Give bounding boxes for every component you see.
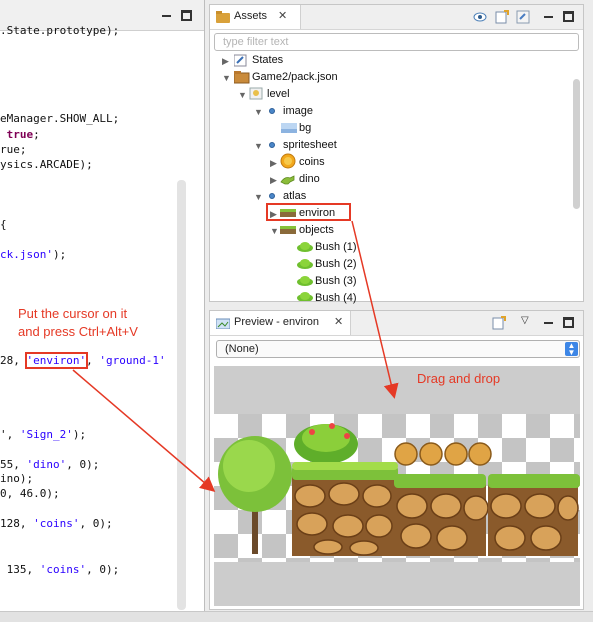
code-line: 135, 'coins', 0); xyxy=(0,563,120,576)
level-icon xyxy=(249,87,263,100)
assets-panel: Assets ✕ type filter text ▶ States ▼ Gam… xyxy=(209,4,584,304)
tree-item-bush-4[interactable]: Bush (4) xyxy=(315,290,357,307)
frame-select[interactable]: (None) ▲ ▼ xyxy=(216,340,580,358)
status-bar xyxy=(0,611,593,622)
bush-icon xyxy=(297,259,313,269)
code-line: .State.prototype); xyxy=(0,24,120,37)
code-line: ck.json'); xyxy=(0,248,67,261)
bush-icon xyxy=(297,292,313,301)
preview-icon xyxy=(216,318,230,329)
editor-scrollbar[interactable] xyxy=(177,180,186,610)
select-arrows-icon: ▲ ▼ xyxy=(565,342,578,357)
tab-preview[interactable]: Preview - environ ✕ xyxy=(210,311,351,335)
collapse-arrow-icon[interactable]: ▼ xyxy=(238,90,247,100)
bush-icon xyxy=(297,242,313,252)
tree-item-level[interactable]: level xyxy=(267,86,290,103)
tree-item-bg[interactable]: bg xyxy=(299,120,311,137)
assets-scrollbar[interactable] xyxy=(573,79,580,209)
environ-string-highlight[interactable]: 'environ' xyxy=(24,352,89,369)
tree-item-dino[interactable]: dino xyxy=(299,171,320,188)
tree-item-environ[interactable]: environ xyxy=(299,205,335,222)
tree-item-bush-2[interactable]: Bush (2) xyxy=(315,256,357,273)
refresh-icon[interactable] xyxy=(516,10,530,24)
code-line: ', 'Sign_2'); xyxy=(0,428,87,441)
tree-item-image[interactable]: image xyxy=(283,103,313,120)
code-line: 128, 'coins', 0); xyxy=(0,517,113,530)
section-dot-icon xyxy=(269,193,275,199)
preview-canvas[interactable] xyxy=(214,366,580,606)
tree-item-spritesheet[interactable]: spritesheet xyxy=(283,137,337,154)
eye-icon[interactable] xyxy=(473,11,487,23)
new-file-icon[interactable] xyxy=(492,316,506,330)
drag-drop-instruction: Drag and drop xyxy=(417,371,501,386)
collapse-arrow-icon[interactable]: ▼ xyxy=(254,107,263,117)
assets-folder-icon xyxy=(216,11,230,23)
code-line: ino); xyxy=(0,472,34,485)
cursor-instruction-line-2: and press Ctrl+Alt+V xyxy=(18,324,138,339)
section-dot-icon xyxy=(269,142,275,148)
package-icon xyxy=(234,71,250,84)
close-icon[interactable]: ✕ xyxy=(278,9,287,22)
frame-select-value: (None) xyxy=(225,343,259,355)
tree-item-coins[interactable]: coins xyxy=(299,154,325,171)
environ-sprite-atlas xyxy=(218,423,580,556)
tree-item-bush-1[interactable]: Bush (1) xyxy=(315,239,357,256)
close-icon[interactable]: ✕ xyxy=(334,315,343,328)
tree-item-bush-3[interactable]: Bush (3) xyxy=(315,273,357,290)
minimize-icon[interactable] xyxy=(543,317,554,328)
collapse-arrow-icon[interactable]: ▼ xyxy=(254,141,263,151)
code-line: eManager.SHOW_ALL; xyxy=(0,112,120,125)
code-line: 0, 46.0); xyxy=(0,487,60,500)
cursor-instruction-line-1: Put the cursor on it xyxy=(18,306,128,321)
code-line-environ: 28, 'environ', 'ground-1' xyxy=(0,352,166,369)
code-line: 55, 'dino', 0); xyxy=(0,458,100,471)
section-dot-icon xyxy=(269,108,275,114)
expand-arrow-icon[interactable]: ▶ xyxy=(270,158,277,169)
collapse-arrow-icon[interactable]: ▼ xyxy=(254,192,263,202)
tab-assets[interactable]: Assets ✕ xyxy=(210,5,301,29)
atlas-frame-icon xyxy=(280,209,296,217)
coin-icon xyxy=(280,153,296,169)
tree-item-states[interactable]: States xyxy=(252,52,283,69)
dino-icon xyxy=(280,175,295,185)
expand-arrow-icon[interactable]: ▶ xyxy=(222,56,229,67)
minimize-icon[interactable] xyxy=(161,10,172,21)
view-menu-icon[interactable]: ▽ xyxy=(521,315,529,326)
collapse-arrow-icon[interactable]: ▼ xyxy=(270,226,279,236)
bush-icon xyxy=(297,276,313,286)
maximize-icon[interactable] xyxy=(563,317,574,328)
preview-tab-label: Preview - environ xyxy=(234,316,319,328)
filter-input[interactable]: type filter text xyxy=(214,33,579,51)
atlas-frame-icon xyxy=(280,226,296,234)
tree-item-objects[interactable]: objects xyxy=(299,222,334,239)
assets-tab-label: Assets xyxy=(234,10,268,22)
code-line: { xyxy=(0,218,7,231)
states-icon xyxy=(234,54,247,67)
new-file-icon[interactable] xyxy=(495,10,509,24)
code-line: rue; xyxy=(0,143,27,156)
expand-arrow-icon[interactable]: ▶ xyxy=(270,209,277,220)
tree-item-pack-json[interactable]: Game2/pack.json xyxy=(252,69,338,86)
code-line: ysics.ARCADE); xyxy=(0,158,93,171)
preview-panel: Preview - environ ✕ ▽ (None) ▲ ▼ xyxy=(209,310,584,610)
collapse-arrow-icon[interactable]: ▼ xyxy=(222,73,231,83)
maximize-icon[interactable] xyxy=(563,11,574,22)
minimize-icon[interactable] xyxy=(543,11,554,22)
image-thumbnail-icon xyxy=(281,123,297,133)
expand-arrow-icon[interactable]: ▶ xyxy=(270,175,277,186)
maximize-icon[interactable] xyxy=(181,10,192,21)
code-line: true; xyxy=(6,128,40,141)
